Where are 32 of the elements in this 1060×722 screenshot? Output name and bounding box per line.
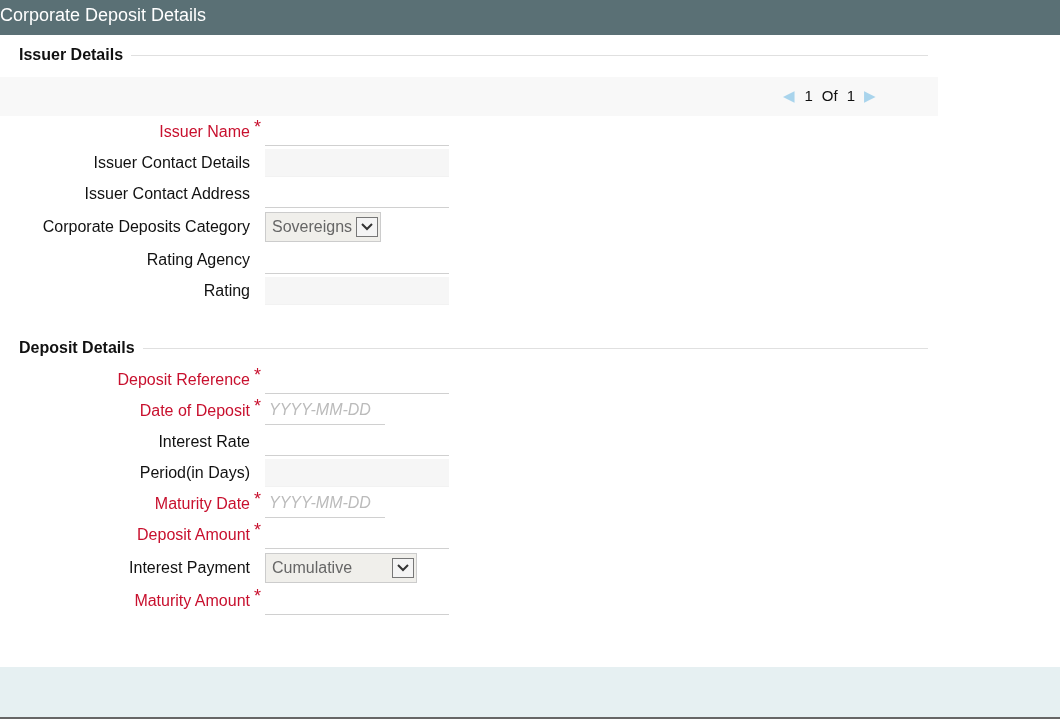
section-heading: Issuer Details	[19, 45, 124, 65]
required-mark: *	[254, 396, 261, 416]
required-mark: *	[254, 117, 261, 137]
window-title: Corporate Deposit Details	[0, 0, 1060, 35]
dropdown-field[interactable]: Cumulative	[265, 552, 417, 583]
field-label: Interest Payment	[128, 557, 250, 578]
field-label: Corporate Deposits Category	[41, 216, 250, 237]
field-label: Deposit Amount	[136, 524, 250, 545]
chevron-down-icon	[361, 222, 374, 231]
date-field[interactable]: YYYY-MM-DD	[265, 396, 385, 425]
dropdown-field[interactable]: Sovereigns	[265, 211, 382, 242]
field-label: Maturity Date	[153, 493, 250, 514]
required-mark: *	[254, 520, 261, 540]
date-field[interactable]: YYYY-MM-DD	[265, 489, 385, 518]
chevron-down-icon	[397, 563, 409, 572]
field-label: Date of Deposit	[138, 400, 250, 421]
section-heading: Deposit Details	[19, 338, 135, 358]
page-of-label: Of	[821, 86, 838, 107]
field-label: Issuer Contact Address	[83, 183, 250, 204]
field-label: Rating Agency	[145, 249, 250, 270]
field-label: Issuer Name	[158, 121, 250, 142]
page-total: 1	[846, 86, 855, 107]
field-label: Rating	[202, 280, 250, 301]
required-mark: *	[254, 365, 261, 385]
required-mark: *	[254, 586, 261, 606]
field-label: Deposit Reference	[116, 369, 250, 390]
field-label: Issuer Contact Details	[92, 152, 250, 173]
field-label: Period(in Days)	[138, 462, 250, 483]
required-mark: *	[254, 489, 261, 509]
field-label: Maturity Amount	[133, 590, 250, 611]
page-number: 1	[804, 86, 813, 107]
field-label: Interest Rate	[157, 431, 250, 452]
